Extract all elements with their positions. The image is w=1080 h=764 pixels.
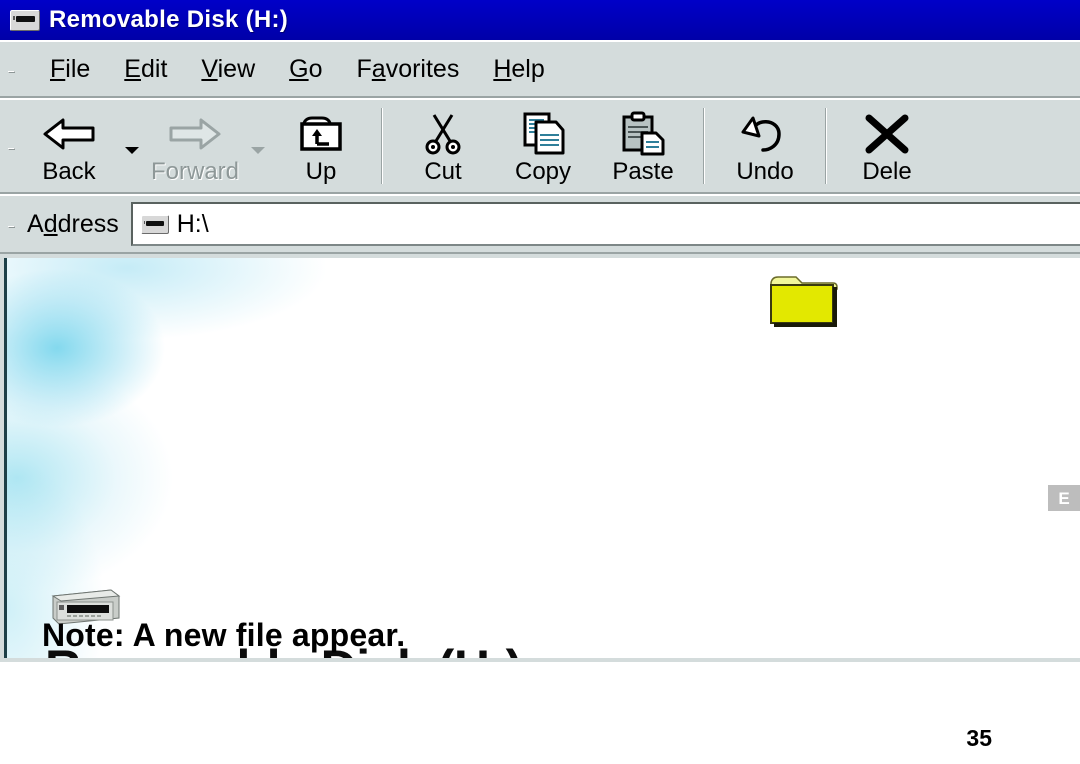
page-canvas: Removable Disk (H:) File Edit View Go Fa… [0, 0, 1080, 764]
toolbar-separator [825, 108, 827, 184]
address-bar: Address H:\ [0, 194, 1080, 254]
back-label: Back [42, 158, 96, 185]
copy-button[interactable]: Copy [493, 100, 593, 192]
delete-button[interactable]: Dele [837, 100, 937, 192]
address-input[interactable]: H:\ [130, 202, 1080, 246]
edge-tab-marker: E [1048, 485, 1080, 511]
edge-tab-label: E [1058, 488, 1070, 508]
page-number: 35 [966, 725, 992, 751]
folder-up-icon [271, 110, 371, 158]
scissors-icon [393, 110, 493, 158]
menu-item-help[interactable]: Help [476, 53, 561, 86]
window-title: Removable Disk (H:) [49, 6, 289, 33]
clipboard-icon [593, 110, 693, 158]
back-dropdown-arrow[interactable] [119, 100, 145, 192]
forward-button[interactable]: Forward [145, 100, 245, 192]
toolbar-separator [703, 108, 705, 184]
chevron-down-icon [251, 147, 265, 154]
title-bar[interactable]: Removable Disk (H:) [0, 0, 1080, 40]
address-label: Address [27, 209, 119, 238]
arrow-left-icon [19, 110, 119, 158]
copy-label: Copy [514, 158, 572, 185]
removable-disk-icon [10, 9, 40, 31]
up-button[interactable]: Up [271, 100, 371, 192]
cut-button[interactable]: Cut [393, 100, 493, 192]
cut-label: Cut [424, 158, 462, 185]
delete-x-icon [837, 110, 937, 158]
note-text: Note: A new file appear. [42, 617, 406, 653]
menu-item-go[interactable]: Go [272, 53, 339, 86]
delete-label: Dele [862, 158, 912, 185]
forward-dropdown-arrow[interactable] [245, 100, 271, 192]
arrow-right-icon [145, 110, 245, 158]
paste-label: Paste [612, 158, 674, 185]
undo-label: Undo [736, 158, 794, 185]
toolbar-separator [381, 108, 383, 184]
menu-item-view[interactable]: View [184, 53, 272, 86]
toolbar: Back Forward Up Cut Copy Paste Undo Dele [0, 98, 1080, 194]
back-button[interactable]: Back [19, 100, 119, 192]
menu-item-favorites[interactable]: Favorites [340, 53, 477, 86]
removable-disk-icon [140, 214, 169, 234]
menu-bar: File Edit View Go Favorites Help [0, 40, 1080, 98]
content-pane[interactable]: Removable Disk (H:) Select an item to vi… [4, 258, 1080, 658]
address-value: H:\ [176, 209, 209, 238]
menu-item-file[interactable]: File [33, 53, 107, 86]
folder-item[interactable] [767, 271, 841, 329]
explorer-window: Removable Disk (H:) File Edit View Go Fa… [0, 0, 1080, 662]
undo-button[interactable]: Undo [715, 100, 815, 192]
undo-arrow-icon [715, 110, 815, 158]
chevron-down-icon [125, 147, 139, 154]
menu-item-edit[interactable]: Edit [107, 53, 184, 86]
copy-pages-icon [493, 110, 593, 158]
paste-button[interactable]: Paste [593, 100, 693, 192]
up-label: Up [305, 158, 337, 185]
forward-label: Forward [150, 158, 240, 185]
